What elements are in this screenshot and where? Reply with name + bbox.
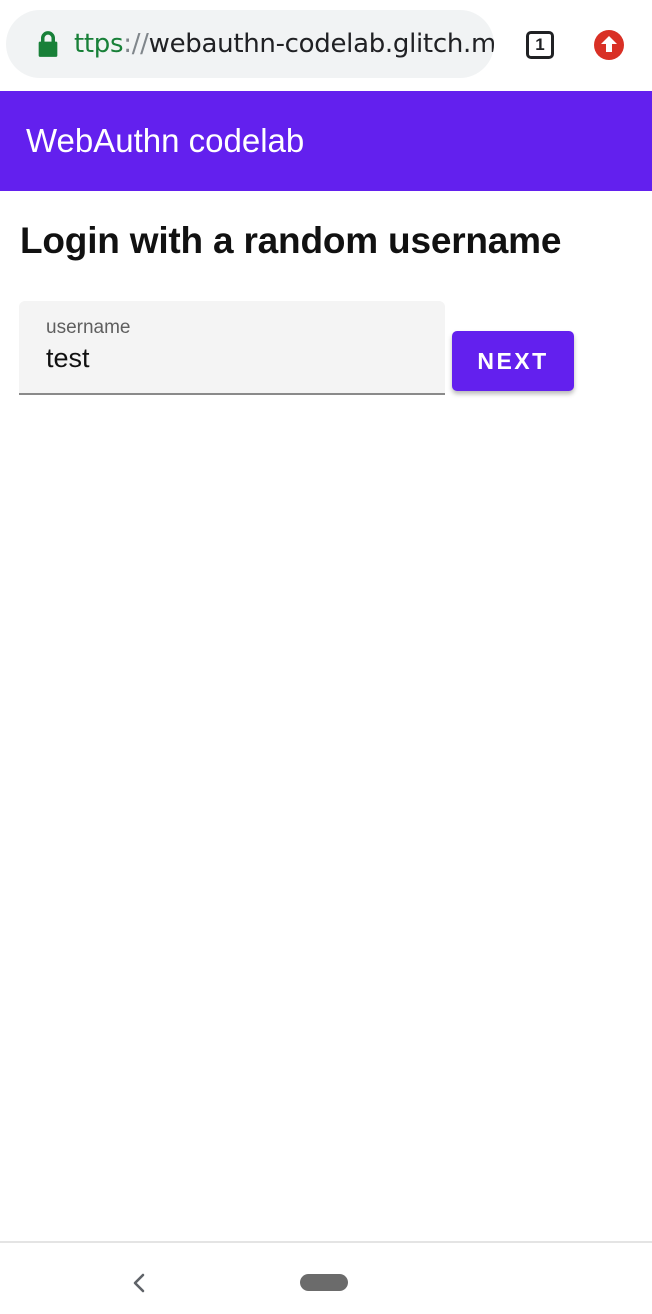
username-label: username <box>46 317 131 338</box>
lock-icon <box>38 31 58 57</box>
page-title: Login with a random username <box>20 220 562 261</box>
url-separator: :// <box>123 29 149 59</box>
home-icon[interactable] <box>300 1274 348 1291</box>
url-scheme: ttps <box>74 29 124 59</box>
back-icon[interactable] <box>128 1271 150 1295</box>
system-nav-bar <box>0 1241 652 1314</box>
tab-switcher-button[interactable]: 1 <box>526 31 554 59</box>
browser-toolbar: ttps://webauthn-codelab.glitch.me 1 <box>0 0 652 91</box>
next-button[interactable]: NEXT <box>452 331 574 391</box>
username-input[interactable] <box>46 343 426 374</box>
app-bar: WebAuthn codelab <box>0 91 652 191</box>
username-field[interactable]: username <box>19 301 445 395</box>
url-text[interactable]: ttps://webauthn-codelab.glitch.me <box>74 10 494 78</box>
update-icon[interactable] <box>593 29 625 61</box>
url-host: webauthn-codelab.glitch.me <box>148 29 494 59</box>
app-title: WebAuthn codelab <box>26 122 305 159</box>
address-bar[interactable]: ttps://webauthn-codelab.glitch.me <box>6 10 494 78</box>
